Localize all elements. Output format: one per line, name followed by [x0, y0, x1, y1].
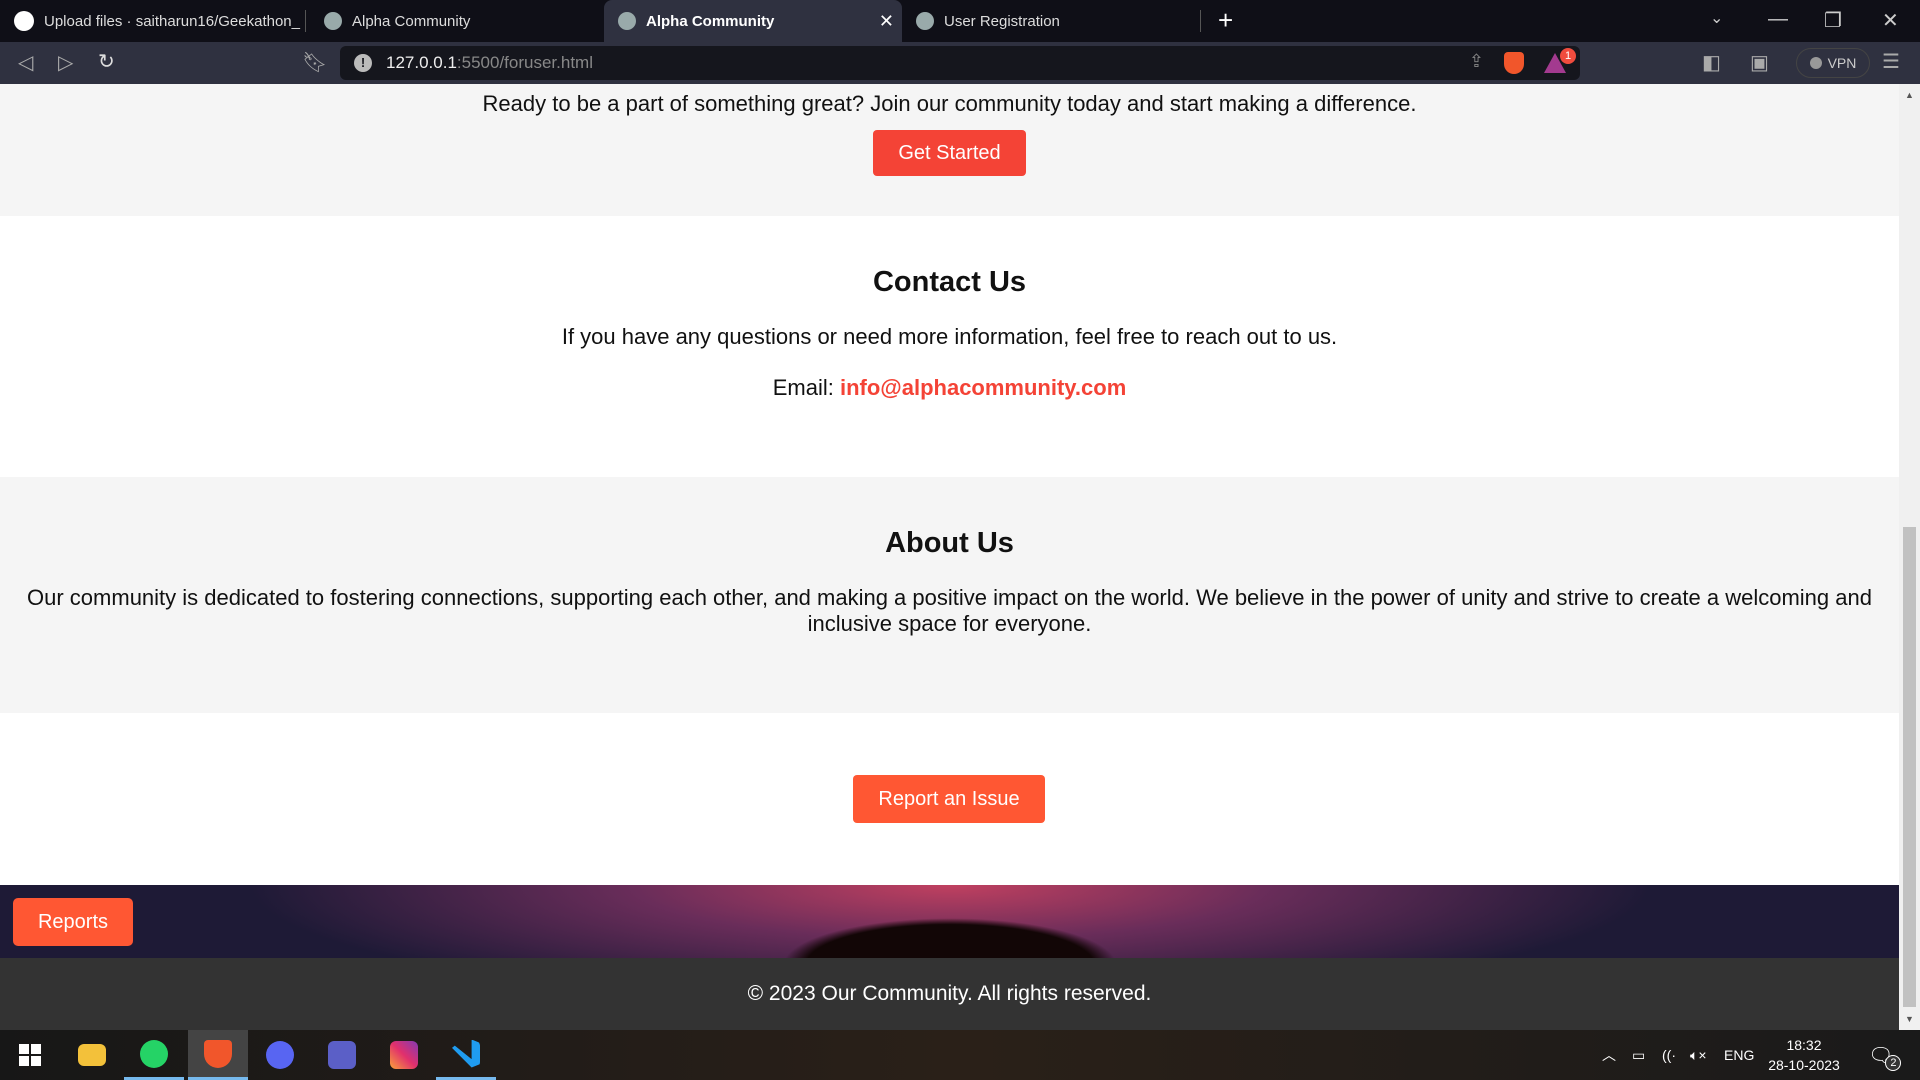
taskbar-whatsapp[interactable] [124, 1030, 184, 1080]
language-indicator[interactable]: ENG [1724, 1030, 1754, 1080]
minimize-icon[interactable]: — [1768, 8, 1788, 31]
close-window-icon[interactable]: ✕ [1882, 8, 1899, 33]
footer-text: © 2023 Our Community. All rights reserve… [747, 982, 1152, 1005]
about-text: Our community is dedicated to fostering … [27, 585, 1872, 636]
tab-user-registration[interactable]: User Registration [902, 0, 1200, 42]
footer: © 2023 Our Community. All rights reserve… [0, 958, 1899, 1030]
start-button[interactable] [0, 1030, 60, 1080]
taskbar-vscode[interactable] [436, 1030, 496, 1080]
brave-shields-icon[interactable] [1504, 52, 1524, 74]
about-section: About Us Our community is dedicated to f… [0, 477, 1899, 713]
tab-title: Alpha Community [352, 12, 471, 30]
teams-icon [328, 1041, 356, 1069]
tab-divider [305, 10, 306, 32]
time: 18:32 [1786, 1037, 1822, 1053]
tab-alpha-community-active[interactable]: Alpha Community ✕ [604, 0, 902, 42]
cta-section: Ready to be a part of something great? J… [0, 84, 1899, 216]
taskbar: ︿ ▭ ((· 🔈︎× ENG 18:32 28-10-2023 🗨︎ 2 [0, 1030, 1920, 1080]
volume-muted-icon[interactable]: 🔈︎× [1690, 1030, 1707, 1080]
show-hidden-icons[interactable]: ︿ [1602, 1030, 1616, 1080]
new-tab-icon[interactable]: + [1218, 5, 1233, 36]
share-icon[interactable]: ⇪ [1469, 51, 1484, 72]
notification-count: 2 [1885, 1055, 1902, 1071]
scrollbar-thumb[interactable] [1903, 527, 1916, 1007]
tab-divider [1200, 10, 1201, 32]
tab-upload-files[interactable]: Upload files · saitharun16/Geekathon_ [0, 0, 305, 42]
taskbar-file-explorer[interactable] [62, 1030, 122, 1080]
whatsapp-icon [140, 1039, 168, 1068]
globe-icon [618, 12, 636, 30]
about-title: About Us [885, 527, 1014, 559]
forward-icon[interactable]: ▷ [58, 50, 73, 75]
page-content: Ready to be a part of something great? J… [0, 84, 1899, 1030]
rewards-badge: 1 [1560, 48, 1576, 64]
taskbar-instagram[interactable] [374, 1030, 434, 1080]
tab-bar: Upload files · saitharun16/Geekathon_ Al… [0, 0, 1920, 42]
email-label: Email: [772, 375, 834, 400]
github-icon [14, 11, 34, 31]
windows-icon [19, 1044, 41, 1066]
reports-button[interactable]: Reports [13, 898, 133, 946]
get-started-button[interactable]: Get Started [873, 130, 1026, 176]
menu-icon[interactable]: ☰ [1882, 49, 1900, 74]
notification-center[interactable]: 🗨︎ 2 [1868, 1030, 1909, 1080]
reload-icon[interactable]: ↻ [98, 49, 115, 74]
contact-title: Contact Us [872, 266, 1027, 298]
battery-icon[interactable]: ▭ [1632, 1030, 1645, 1080]
contact-text: If you have any questions or need more i… [561, 324, 1338, 349]
contact-email-line: Email: info@alphacommunity.com [0, 375, 1899, 401]
site-info-icon[interactable]: ! [354, 54, 372, 72]
email-link[interactable]: info@alphacommunity.com [840, 375, 1126, 400]
url-host: 127.0.0.1 [386, 53, 457, 72]
globe-icon [916, 12, 934, 30]
date: 28-10-2023 [1768, 1057, 1840, 1073]
contact-section: Contact Us If you have any questions or … [0, 216, 1899, 477]
browser-toolbar: ◁ ▷ ↻ 🔖︎ ! 127.0.0.1:5500/foruser.html ⇪… [0, 42, 1920, 84]
wallet-icon[interactable]: ▣ [1750, 50, 1769, 75]
tab-title: User Registration [944, 12, 1060, 30]
vpn-label: VPN [1827, 55, 1857, 71]
bookmark-icon[interactable]: 🔖︎ [302, 50, 327, 75]
sidebar-icon[interactable]: ◧ [1702, 50, 1721, 75]
scroll-up-icon[interactable]: ▲ [1905, 90, 1914, 100]
vpn-button[interactable]: VPN [1796, 48, 1870, 78]
cta-text: Ready to be a part of something great? J… [482, 91, 1417, 116]
folder-icon [78, 1044, 106, 1066]
tab-title: Alpha Community [646, 12, 775, 30]
tab-search-chevron-icon[interactable]: ⌄ [1710, 8, 1723, 28]
scrollbar[interactable]: ▲ ▼ [1899, 84, 1920, 1030]
scroll-down-icon[interactable]: ▼ [1905, 1014, 1914, 1024]
brave-icon [204, 1039, 232, 1068]
taskbar-teams[interactable] [312, 1030, 372, 1080]
tab-title: Upload files · saitharun16/Geekathon_ [44, 12, 300, 30]
back-icon[interactable]: ◁ [18, 50, 33, 75]
tab-alpha-community-1[interactable]: Alpha Community [310, 0, 600, 42]
restore-icon[interactable]: ❐ [1824, 8, 1842, 33]
close-tab-icon[interactable]: ✕ [879, 11, 894, 32]
wifi-icon[interactable]: ((· [1662, 1030, 1676, 1080]
clock[interactable]: 18:32 28-10-2023 [1766, 1030, 1842, 1080]
instagram-icon [390, 1041, 418, 1069]
url-path: :5500/foruser.html [456, 53, 593, 72]
report-section: Report an Issue [0, 713, 1899, 885]
report-issue-button[interactable]: Report an Issue [853, 775, 1045, 823]
banner-image [0, 885, 1899, 958]
vscode-icon [452, 1039, 480, 1068]
taskbar-discord[interactable] [250, 1030, 310, 1080]
globe-icon [324, 12, 342, 30]
address-bar[interactable]: ! 127.0.0.1:5500/foruser.html ⇪ 1 [340, 46, 1580, 80]
taskbar-brave[interactable] [188, 1030, 248, 1080]
discord-icon [266, 1041, 294, 1069]
vpn-status-icon [1809, 57, 1822, 69]
